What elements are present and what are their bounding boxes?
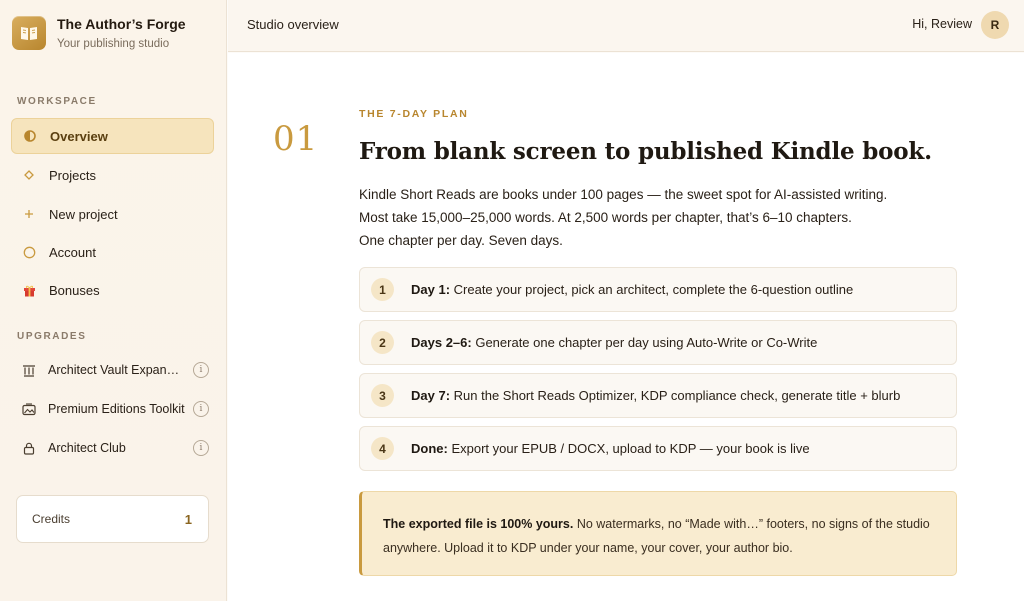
intro-paragraph: Kindle Short Reads are books under 100 p… <box>359 183 959 252</box>
gift-icon <box>21 284 37 297</box>
upgrade-item-architect-vault[interactable]: Architect Vault Expansion i <box>11 354 214 386</box>
book-logo-icon <box>12 16 46 50</box>
section-eyebrow: THE 7-DAY PLAN <box>359 108 469 120</box>
circle-icon <box>21 246 37 259</box>
half-circle-icon <box>22 130 38 142</box>
sidebar-item-projects[interactable]: Projects <box>11 157 214 193</box>
sidebar-item-label: Account <box>49 244 96 260</box>
sidebar: The Author’s Forge Your publishing studi… <box>0 0 227 601</box>
credits-box[interactable]: Credits 1 <box>16 495 209 543</box>
upgrade-item-label: Premium Editions Toolkit <box>48 402 185 416</box>
plan-step: 1 Day 1: Create your project, pick an ar… <box>359 267 957 312</box>
info-icon[interactable]: i <box>193 362 209 378</box>
step-description: Run the Short Reads Optimizer, KDP compl… <box>450 388 901 403</box>
step-badge: 4 <box>371 437 394 460</box>
step-text: Done: Export your EPUB / DOCX, upload to… <box>411 441 810 456</box>
sidebar-item-new-project[interactable]: New project <box>11 196 214 232</box>
lock-icon <box>21 442 37 455</box>
plan-steps-list: 1 Day 1: Create your project, pick an ar… <box>359 267 957 479</box>
step-description: Create your project, pick an architect, … <box>450 282 854 297</box>
plan-step: 4 Done: Export your EPUB / DOCX, upload … <box>359 426 957 471</box>
step-label: Day 1: <box>411 282 451 297</box>
upgrade-item-premium-editions[interactable]: Premium Editions Toolkit i <box>11 393 214 425</box>
step-label: Days 2–6: <box>411 335 472 350</box>
intro-line: One chapter per day. Seven days. <box>359 233 563 248</box>
upgrade-item-label: Architect Club <box>48 441 126 455</box>
sidebar-item-overview[interactable]: Overview <box>11 118 214 154</box>
sidebar-item-account[interactable]: Account <box>11 234 214 270</box>
brand-title: The Author’s Forge <box>57 16 186 32</box>
main-content: 01 THE 7-DAY PLAN From blank screen to p… <box>228 53 1024 601</box>
step-badge: 3 <box>371 384 394 407</box>
info-icon[interactable]: i <box>193 440 209 456</box>
user-greeting: Hi, Review <box>912 17 972 31</box>
intro-line: Most take 15,000–25,000 words. At 2,500 … <box>359 210 852 225</box>
step-badge: 1 <box>371 278 394 301</box>
sidebar-item-label: Overview <box>50 128 108 144</box>
workspace-section-label: WORKSPACE <box>17 96 97 107</box>
brand-subtitle: Your publishing studio <box>57 38 170 50</box>
upgrade-item-architect-club[interactable]: Architect Club i <box>11 432 214 464</box>
plan-step: 2 Days 2–6: Generate one chapter per day… <box>359 320 957 365</box>
sidebar-item-label: New project <box>49 206 118 222</box>
sidebar-item-label: Projects <box>49 167 96 183</box>
page-title: Studio overview <box>247 17 339 32</box>
avatar[interactable]: R <box>981 11 1009 39</box>
step-number: 01 <box>273 119 319 159</box>
info-icon[interactable]: i <box>193 401 209 417</box>
step-badge: 2 <box>371 331 394 354</box>
topbar: Studio overview Hi, Review R <box>228 0 1024 52</box>
credits-label: Credits <box>32 512 71 526</box>
step-text: Days 2–6: Generate one chapter per day u… <box>411 335 817 350</box>
sidebar-item-label: Bonuses <box>49 282 100 298</box>
headline: From blank screen to published Kindle bo… <box>359 138 932 165</box>
step-description: Export your EPUB / DOCX, upload to KDP —… <box>447 441 810 456</box>
step-label: Done: <box>411 441 448 456</box>
plus-icon <box>21 209 37 219</box>
upgrade-item-label: Architect Vault Expansion <box>48 363 185 377</box>
credits-value: 1 <box>184 511 192 527</box>
callout-heading: The exported file is 100% yours. <box>383 517 574 531</box>
ownership-callout: The exported file is 100% yours. No wate… <box>359 491 957 576</box>
intro-line: Kindle Short Reads are books under 100 p… <box>359 187 888 202</box>
step-text: Day 7: Run the Short Reads Optimizer, KD… <box>411 388 900 403</box>
step-description: Generate one chapter per day using Auto-… <box>471 335 818 350</box>
sidebar-item-bonuses[interactable]: Bonuses <box>11 272 214 308</box>
upgrades-section-label: UPGRADES <box>17 331 87 342</box>
step-label: Day 7: <box>411 388 451 403</box>
columns-icon <box>21 364 37 377</box>
step-text: Day 1: Create your project, pick an arch… <box>411 282 853 297</box>
brand[interactable]: The Author’s Forge Your publishing studi… <box>12 16 186 50</box>
diamond-icon <box>21 170 37 180</box>
plan-step: 3 Day 7: Run the Short Reads Optimizer, … <box>359 373 957 418</box>
image-frame-icon <box>21 402 37 416</box>
